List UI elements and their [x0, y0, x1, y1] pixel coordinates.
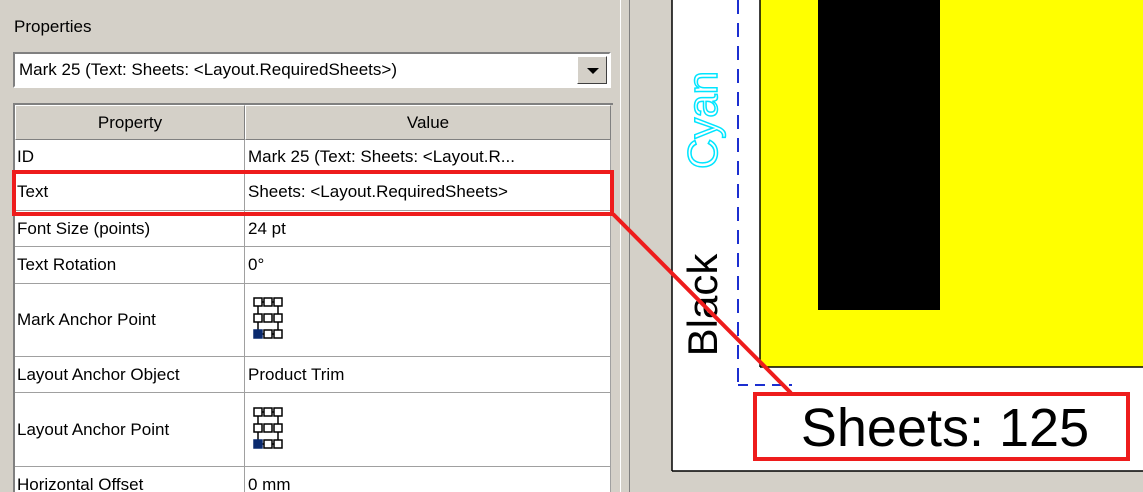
product-trim-yellow: [760, 0, 1143, 367]
property-name-layout-anchor-object[interactable]: Layout Anchor Object: [15, 357, 245, 393]
cyan-color-bar-label: Cyan: [679, 71, 726, 169]
property-name-text-rotation[interactable]: Text Rotation: [15, 247, 245, 284]
anchor-grid-icon[interactable]: [248, 402, 288, 458]
column-header-property[interactable]: Property: [15, 105, 245, 140]
highlight-sheets-mark: [753, 392, 1130, 461]
highlight-text-row: [12, 170, 614, 216]
property-name-horizontal-offset[interactable]: Horizontal Offset: [15, 467, 245, 492]
property-name-mark-anchor-point[interactable]: Mark Anchor Point: [15, 284, 245, 357]
property-value-layout-anchor-point[interactable]: [245, 393, 611, 467]
object-selector-value: Mark 25 (Text: Sheets: <Layout.RequiredS…: [19, 60, 397, 79]
properties-panel: Properties Mark 25 (Text: Sheets: <Layou…: [0, 0, 620, 492]
property-value-mark-anchor-point[interactable]: [245, 284, 611, 357]
black-color-bar-label: Black: [679, 253, 726, 357]
black-bar: [818, 0, 940, 310]
dropdown-button[interactable]: [577, 56, 607, 84]
column-header-value[interactable]: Value: [245, 105, 611, 140]
chevron-down-icon: [587, 68, 599, 74]
anchor-grid-icon[interactable]: [248, 292, 288, 348]
property-value-horizontal-offset[interactable]: 0 mm: [245, 467, 611, 492]
property-name-layout-anchor-point[interactable]: Layout Anchor Point: [15, 393, 245, 467]
property-name-id[interactable]: ID: [15, 140, 245, 174]
property-value-font-size[interactable]: 24 pt: [245, 211, 611, 247]
property-grid: Property Value ID Mark 25 (Text: Sheets:…: [13, 103, 613, 492]
property-value-id[interactable]: Mark 25 (Text: Sheets: <Layout.R...: [245, 140, 611, 174]
panel-title: Properties: [14, 17, 92, 36]
property-value-text-rotation[interactable]: 0°: [245, 247, 611, 284]
panel-splitter[interactable]: [620, 0, 630, 492]
property-value-layout-anchor-object[interactable]: Product Trim: [245, 357, 611, 393]
property-name-font-size[interactable]: Font Size (points): [15, 211, 245, 247]
object-selector[interactable]: Mark 25 (Text: Sheets: <Layout.RequiredS…: [13, 52, 611, 88]
